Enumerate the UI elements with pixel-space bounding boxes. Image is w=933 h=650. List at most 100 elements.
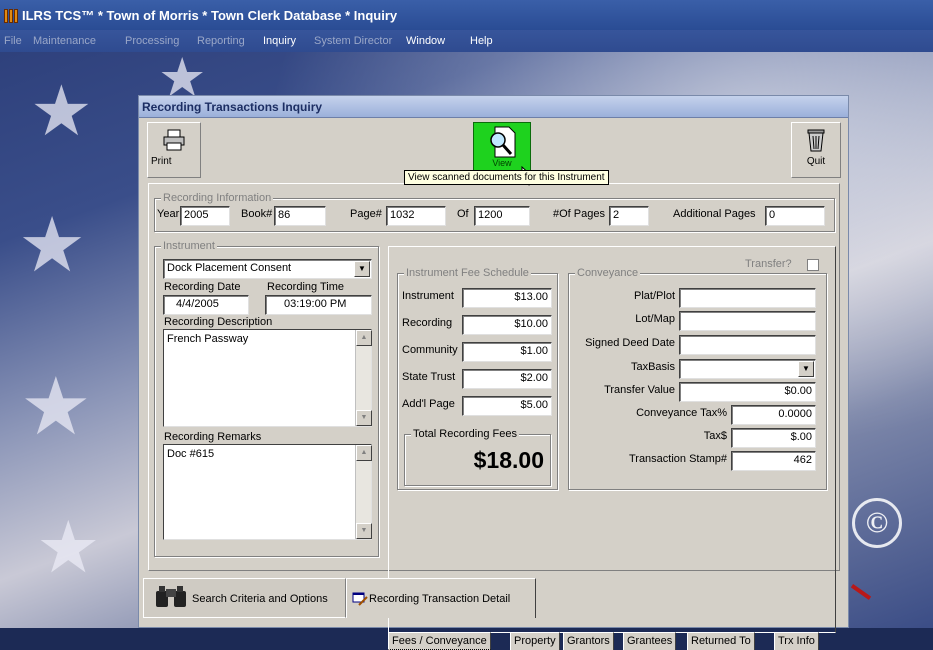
num-pages-field[interactable]: 2: [609, 206, 649, 226]
tab-search-criteria[interactable]: Search Criteria and Options: [143, 578, 346, 618]
print-label: Print: [151, 156, 172, 167]
fees-conveyance-tab-page: Transfer? Instrument Fee Schedule Instru…: [388, 246, 836, 633]
additional-pages-field[interactable]: 0: [765, 206, 825, 226]
quit-button[interactable]: Quit: [791, 122, 841, 178]
recording-remarks-label: Recording Remarks: [164, 431, 262, 443]
total-fees-legend: Total Recording Fees: [411, 428, 519, 440]
num-pages-label: #Of Pages: [553, 208, 605, 220]
conveyance-label: Transaction Stamp#: [628, 453, 727, 465]
conveyance-label: TaxBasis: [630, 361, 675, 373]
community-fee-field[interactable]: $1.00: [462, 342, 552, 362]
menu-processing[interactable]: Processing: [125, 35, 179, 47]
transaction-stamp-field[interactable]: 462: [731, 451, 816, 471]
menu-bar: File Maintenance Processing Reporting In…: [0, 30, 933, 52]
scroll-down-arrow-icon[interactable]: ▼: [356, 410, 372, 426]
scroll-down-arrow-icon[interactable]: ▼: [356, 523, 372, 539]
menu-help[interactable]: Help: [470, 35, 493, 47]
menu-reporting[interactable]: Reporting: [197, 35, 245, 47]
remarks-scrollbar[interactable]: ▲ ▼: [355, 445, 372, 539]
recording-date-field[interactable]: 4/4/2005: [163, 295, 249, 315]
instrument-type-value: Dock Placement Consent: [167, 262, 292, 274]
view-tooltip: View scanned documents for this Instrume…: [404, 170, 609, 185]
scroll-up-arrow-icon[interactable]: ▲: [356, 330, 372, 346]
conveyance-label: Signed Deed Date: [585, 337, 675, 349]
instrument-type-select[interactable]: Dock Placement Consent ▼: [163, 259, 372, 279]
recording-description-text: French Passway: [167, 333, 249, 345]
app-titlebar[interactable]: ILRS TCS™ * Town of Morris * Town Clerk …: [0, 0, 933, 30]
tax-basis-select[interactable]: ▼: [679, 359, 816, 379]
recording-description-label: Recording Description: [164, 316, 273, 328]
tab-grantors[interactable]: Grantors: [563, 632, 614, 650]
tax-dollars-field[interactable]: $.00: [731, 428, 816, 448]
fee-label: Community: [402, 344, 458, 356]
recording-fee-field[interactable]: $10.00: [462, 315, 552, 335]
tab-fees-conveyance[interactable]: Fees / Conveyance: [388, 632, 491, 650]
conveyance-label: Conveyance Tax%: [636, 407, 727, 419]
conveyance-label: Lot/Map: [635, 313, 675, 325]
fee-label: Add'l Page: [402, 398, 455, 410]
menu-file[interactable]: File: [4, 35, 22, 47]
signed-deed-date-field[interactable]: [679, 335, 816, 355]
recording-description-textarea[interactable]: French Passway ▲ ▼: [163, 329, 372, 427]
window-title[interactable]: Recording Transactions Inquiry: [139, 96, 848, 118]
fee-label: Recording: [402, 317, 453, 329]
instrument-fee-field[interactable]: $13.00: [462, 288, 552, 308]
year-label: Year: [157, 208, 180, 220]
description-scrollbar[interactable]: ▲ ▼: [355, 330, 372, 426]
book-field[interactable]: 86: [274, 206, 326, 226]
tab-returned-to[interactable]: Returned To: [687, 632, 755, 650]
instrument-legend: Instrument: [161, 240, 217, 252]
addl-page-fee-field[interactable]: $5.00: [462, 396, 552, 416]
menu-window[interactable]: Window: [406, 35, 445, 47]
app-title: ILRS TCS™ * Town of Morris * Town Clerk …: [22, 8, 398, 23]
printer-icon: [163, 129, 185, 151]
flag-star: ★: [30, 70, 93, 152]
tab-property[interactable]: Property: [510, 632, 560, 650]
state-trust-fee-field[interactable]: $2.00: [462, 369, 552, 389]
print-button[interactable]: Print: [147, 122, 201, 178]
recording-date-label: Recording Date: [164, 281, 241, 293]
search-criteria-label: Search Criteria and Options: [192, 593, 328, 605]
conveyance-group: Conveyance Plat/Plot Lot/Map Signed Deed…: [568, 267, 827, 490]
conveyance-legend: Conveyance: [575, 267, 641, 279]
of-label: Of: [457, 208, 469, 220]
dropdown-arrow-icon[interactable]: ▼: [354, 261, 370, 277]
flag-star: ★: [36, 505, 101, 589]
app-logo-icon: [4, 9, 18, 23]
flag-star: ★: [18, 200, 87, 289]
book-label: Book#: [241, 208, 273, 220]
transfer-value-field[interactable]: $0.00: [679, 382, 816, 402]
lot-map-field[interactable]: [679, 311, 816, 331]
tab-grantees[interactable]: Grantees: [623, 632, 677, 650]
scroll-up-arrow-icon[interactable]: ▲: [356, 445, 372, 461]
quit-label: Quit: [806, 156, 826, 167]
copyright-watermark: ©: [852, 498, 902, 548]
transfer-label: Transfer?: [745, 258, 792, 270]
detail-panel: Recording Information Year 2005 Book# 86…: [148, 183, 840, 650]
recording-time-label: Recording Time: [267, 281, 345, 293]
plat-plot-field[interactable]: [679, 288, 816, 308]
dropdown-arrow-icon[interactable]: ▼: [798, 361, 814, 377]
recording-transaction-detail-label: Recording Transaction Detail: [369, 593, 511, 605]
recording-remarks-textarea[interactable]: Doc #615 ▲ ▼: [163, 444, 372, 540]
menu-maintenance[interactable]: Maintenance: [33, 35, 96, 47]
recording-remarks-text: Doc #615: [167, 448, 215, 460]
total-fees-value: $18.00: [473, 447, 544, 473]
fee-label: Instrument: [402, 290, 454, 302]
conveyance-label: Plat/Plot: [634, 290, 675, 302]
of-field[interactable]: 1200: [474, 206, 530, 226]
tab-trx-info[interactable]: Trx Info: [774, 632, 819, 650]
conveyance-tax-percent-field[interactable]: 0.0000: [731, 405, 816, 425]
tab-recording-transaction-detail[interactable]: Recording Transaction Detail: [346, 578, 536, 618]
menu-inquiry[interactable]: Inquiry: [263, 35, 296, 47]
year-field[interactable]: 2005: [180, 206, 230, 226]
instrument-group: Instrument Dock Placement Consent ▼ Reco…: [154, 240, 379, 557]
page-label: Page#: [350, 208, 382, 220]
menu-system-director[interactable]: System Director: [314, 35, 392, 47]
total-recording-fees-group: Total Recording Fees $18.00: [404, 428, 551, 486]
fee-schedule-legend: Instrument Fee Schedule: [404, 267, 531, 279]
red-stroke-decoration: [850, 584, 872, 600]
page-field[interactable]: 1032: [386, 206, 446, 226]
recording-time-field[interactable]: 03:19:00 PM: [265, 295, 372, 315]
transfer-checkbox[interactable]: [807, 259, 819, 271]
